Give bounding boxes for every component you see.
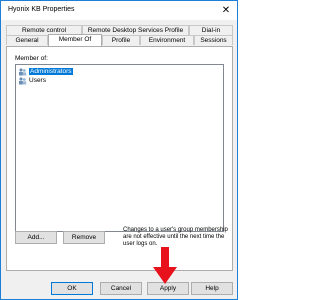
group-icon	[19, 67, 27, 75]
close-button[interactable]: ✕	[218, 3, 234, 17]
title-bar[interactable]: Hyonix KB Properties ✕	[1, 1, 237, 20]
remove-button[interactable]: Remove	[63, 231, 105, 244]
member-list[interactable]: Administrators Users	[15, 64, 224, 232]
group-icon	[19, 76, 27, 84]
add-button[interactable]: Add...	[15, 231, 57, 244]
member-name: Administrators	[29, 68, 73, 75]
window-title: Hyonix KB Properties	[8, 6, 75, 13]
red-arrow-down-icon	[153, 247, 177, 284]
cancel-button[interactable]: Cancel	[100, 282, 142, 295]
member-name: Users	[29, 77, 46, 84]
tab-environment[interactable]: Environment	[140, 35, 194, 45]
ok-button[interactable]: OK	[51, 282, 93, 295]
tab-sessions[interactable]: Sessions	[194, 35, 233, 45]
tab-strip: Remote control Remote Desktop Services P…	[6, 25, 233, 47]
tab-dial-in[interactable]: Dial-in	[189, 25, 233, 35]
list-item[interactable]: Users	[18, 76, 48, 85]
close-icon: ✕	[221, 4, 231, 16]
member-of-label: Member of:	[15, 55, 48, 62]
tab-general[interactable]: General	[6, 35, 48, 45]
tab-member-of[interactable]: Member Of	[48, 34, 102, 46]
help-button[interactable]: Help	[191, 282, 233, 295]
membership-note: Changes to a user's group membership are…	[123, 227, 228, 247]
tab-profile[interactable]: Profile	[102, 35, 140, 45]
properties-window: Hyonix KB Properties ✕ Remote control Re…	[0, 0, 238, 300]
list-item[interactable]: Administrators	[18, 67, 75, 76]
